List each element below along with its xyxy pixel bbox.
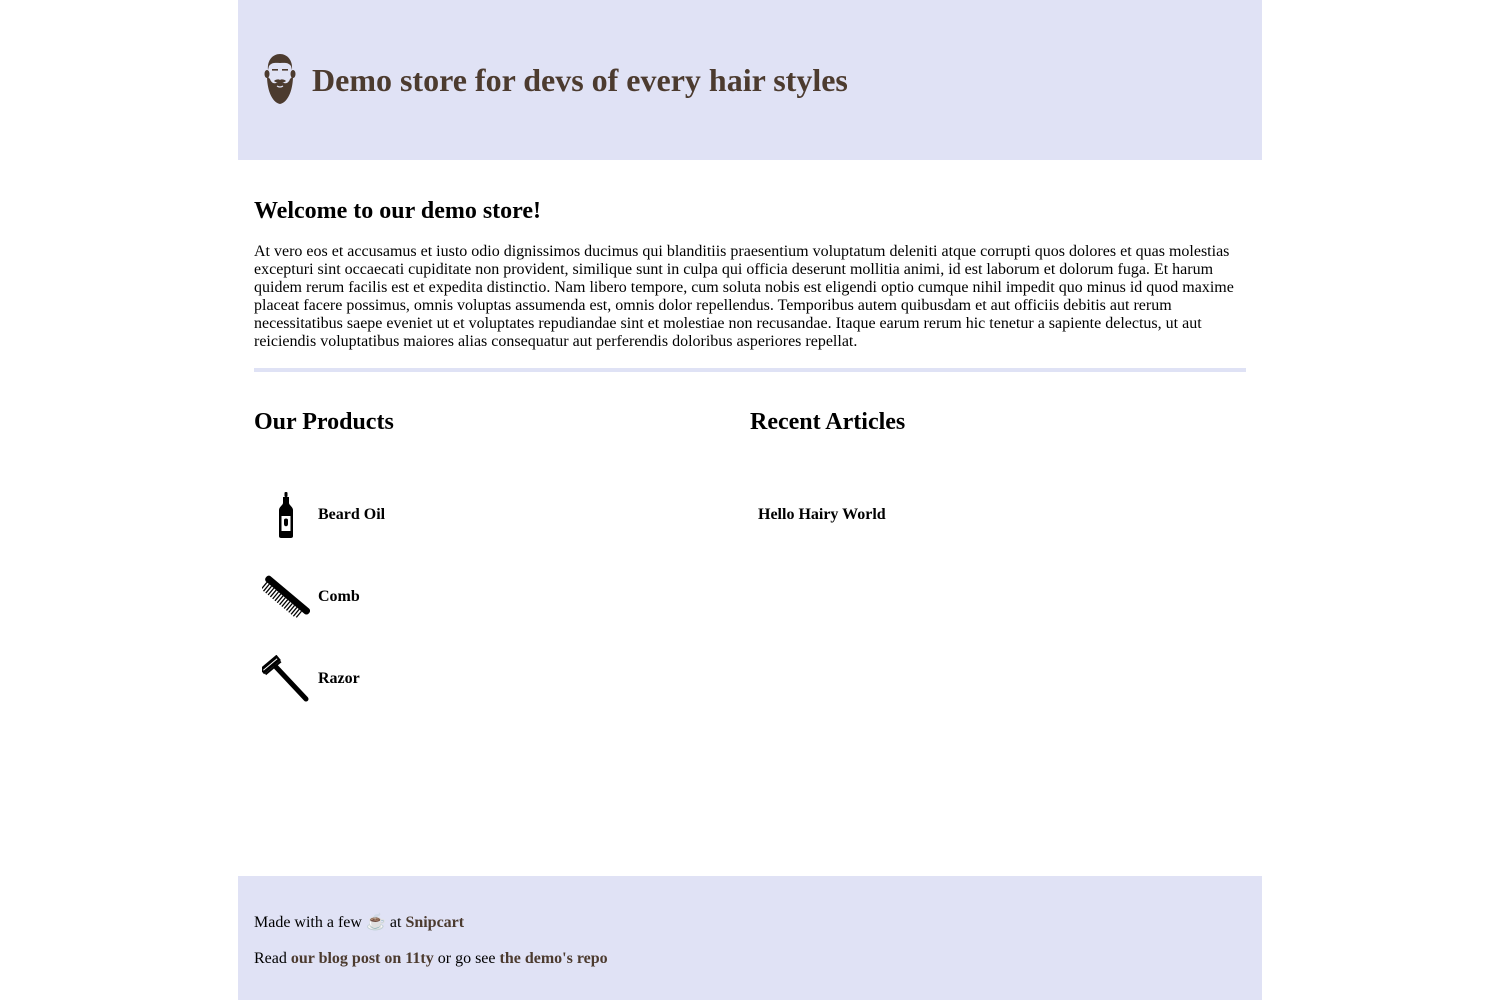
- header-brand[interactable]: Demo store for devs of every hair styles: [262, 52, 848, 106]
- product-item-comb[interactable]: Comb: [254, 556, 750, 638]
- blog-post-link[interactable]: our blog post on 11ty: [291, 950, 434, 967]
- snipcart-link[interactable]: Snipcart: [405, 914, 464, 931]
- main-content: Welcome to our demo store! At vero eos e…: [254, 160, 1246, 720]
- bearded-man-icon: [264, 54, 296, 104]
- coffee-icon: ☕: [365, 914, 386, 931]
- articles-section: Recent Articles Hello Hairy World: [750, 408, 1246, 720]
- product-item-razor[interactable]: Razor: [254, 638, 750, 720]
- site-header: Demo store for devs of every hair styles: [238, 0, 1262, 160]
- intro-paragraph: At vero eos et accusamus et iusto odio d…: [254, 243, 1234, 350]
- article-list: Hello Hairy World: [750, 474, 1246, 556]
- article-item[interactable]: Hello Hairy World: [750, 474, 1246, 556]
- repo-link[interactable]: the demo's repo: [500, 950, 608, 967]
- comb-icon[interactable]: [262, 572, 310, 622]
- article-link[interactable]: Hello Hairy World: [758, 506, 886, 524]
- footer-credit-line: Made with a few ☕ at Snipcart: [254, 914, 464, 932]
- footer-text: or go see: [437, 950, 496, 967]
- razor-icon[interactable]: [262, 654, 310, 704]
- footer-text: Read: [254, 950, 287, 967]
- site-footer: Made with a few ☕ at Snipcart Read our b…: [238, 876, 1262, 1000]
- product-name[interactable]: Beard Oil: [318, 506, 385, 524]
- products-section: Our Products Beard Oil Comb Razor: [254, 408, 750, 720]
- products-title: Our Products: [254, 409, 394, 435]
- product-list: Beard Oil Comb Razor: [254, 474, 750, 720]
- footer-links-line: Read our blog post on 11ty or go see the…: [254, 950, 608, 968]
- footer-text: at: [389, 914, 402, 931]
- product-item-beard-oil[interactable]: Beard Oil: [254, 474, 750, 556]
- articles-title: Recent Articles: [750, 409, 906, 435]
- welcome-title: Welcome to our demo store!: [254, 198, 542, 224]
- product-name[interactable]: Comb: [318, 588, 360, 606]
- columns: Our Products Beard Oil Comb Razor Recent…: [254, 408, 1246, 720]
- beard-oil-bottle-icon[interactable]: [262, 490, 310, 540]
- page: Demo store for devs of every hair styles…: [238, 0, 1262, 1000]
- product-name[interactable]: Razor: [318, 670, 360, 688]
- footer-text: Made with a few: [254, 914, 362, 931]
- site-title[interactable]: Demo store for devs of every hair styles: [312, 64, 848, 96]
- section-divider: [254, 368, 1246, 372]
